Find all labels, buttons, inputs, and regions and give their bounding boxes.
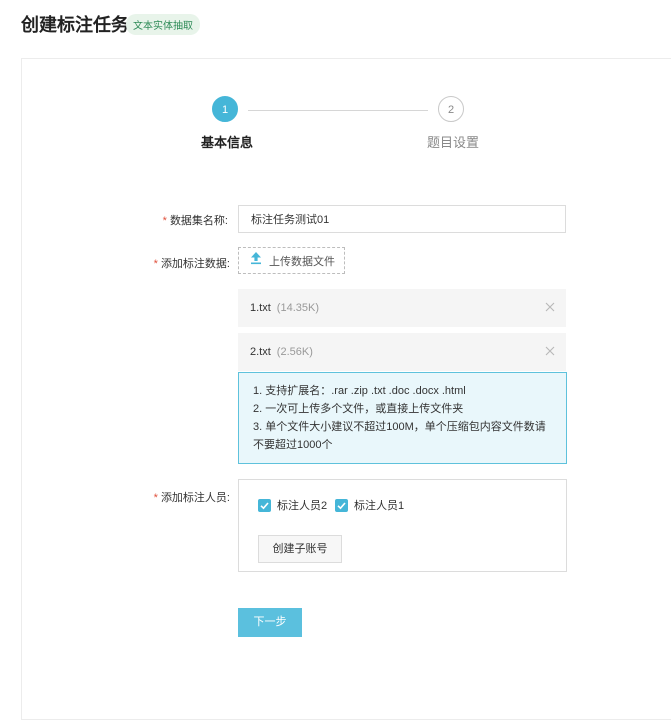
checkbox-checked-icon[interactable] [258, 498, 271, 512]
step-1-circle: 1 [212, 96, 238, 122]
upload-icon [249, 251, 263, 270]
member-checkbox[interactable]: 标注人员2 [258, 497, 327, 513]
annotators-box: 标注人员2 标注人员1 创建子账号 [238, 479, 567, 572]
task-type-badge: 文本实体抽取 [126, 14, 200, 35]
step-2-label: 题目设置 [427, 135, 480, 150]
step-1-label: 基本信息 [201, 135, 254, 150]
create-sub-account-button[interactable]: 创建子账号 [258, 535, 342, 563]
file-item: 2.txt (2.56K) [238, 333, 566, 371]
add-data-label: * 添加标注数据: [80, 255, 230, 271]
required-mark: * [162, 215, 167, 227]
tip-line: 3. 单个文件大小建议不超过100M，单个压缩包内容文件数请不要超过1000个 [253, 421, 546, 451]
file-size: (2.56K) [276, 346, 313, 358]
file-name: 1.txt [250, 302, 271, 314]
file-name: 2.txt [250, 346, 271, 358]
dataset-name-label-text: 数据集名称: [169, 215, 228, 227]
file-size: (14.35K) [276, 302, 319, 314]
annotators-label: * 添加标注人员: [80, 489, 230, 505]
annotators-label-text: 添加标注人员: [160, 492, 230, 504]
upload-button-label: 上传数据文件 [269, 255, 335, 268]
dataset-name-input[interactable] [238, 205, 566, 233]
add-data-label-text: 添加标注数据: [160, 258, 230, 270]
page-title: 创建标注任务 [21, 15, 129, 35]
close-icon[interactable] [544, 345, 556, 357]
file-item: 1.txt (14.35K) [238, 289, 566, 327]
dataset-name-label: * 数据集名称: [78, 212, 228, 228]
next-step-button[interactable]: 下一步 [238, 608, 302, 637]
checkbox-checked-icon[interactable] [335, 498, 348, 512]
tip-line: 1. 支持扩展名：.rar .zip .txt .doc .docx .html [253, 385, 466, 397]
member-name: 标注人员2 [277, 500, 328, 512]
required-mark: * [153, 258, 158, 270]
upload-button[interactable]: 上传数据文件 [238, 247, 345, 274]
member-checkbox[interactable]: 标注人员1 [335, 497, 404, 513]
member-name: 标注人员1 [354, 500, 405, 512]
required-mark: * [153, 492, 158, 504]
step-2-circle: 2 [438, 96, 464, 122]
tip-line: 2. 一次可上传多个文件，或直接上传文件夹 [253, 403, 464, 415]
step-connector [248, 110, 428, 111]
close-icon[interactable] [544, 301, 556, 313]
upload-tips-box: 1. 支持扩展名：.rar .zip .txt .doc .docx .html… [238, 372, 567, 464]
